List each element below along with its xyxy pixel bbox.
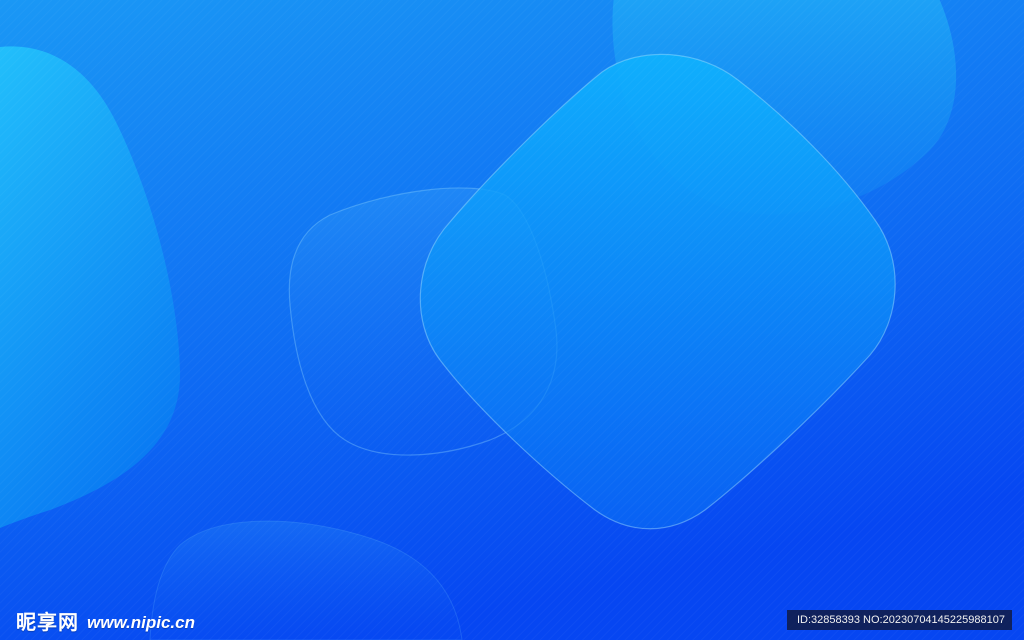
watermark-site-url: www.nipic.cn [87, 612, 195, 632]
watermark-logo: 昵享网 www.nipic.cn [16, 608, 195, 636]
wallpaper-canvas: 昵享网 www.nipic.cn ID:32858393 NO:20230704… [0, 0, 1024, 640]
abstract-background [0, 0, 1024, 640]
diagonal-texture [0, 0, 1024, 640]
watermark-id-badge: ID:32858393 NO:20230704145225988107 [787, 610, 1012, 630]
watermark-site-name: 昵享网 [16, 610, 79, 634]
